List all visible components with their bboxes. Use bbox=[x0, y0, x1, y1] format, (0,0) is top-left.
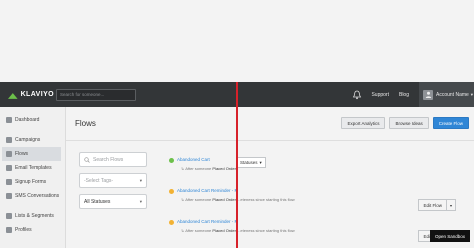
sidebar-item-email-templates[interactable]: Email Templates bbox=[0, 161, 65, 175]
profiles-icon bbox=[6, 227, 12, 233]
red-marker-line bbox=[236, 82, 238, 248]
sidebar-item-label: Dashboard bbox=[15, 117, 40, 123]
logo-text: KLAVIYO bbox=[20, 91, 54, 98]
logo-icon bbox=[8, 92, 18, 99]
sidebar-item-dashboard[interactable]: Dashboard bbox=[0, 113, 65, 127]
chevron-down-icon: ▾ bbox=[139, 198, 142, 204]
status-dot bbox=[169, 158, 174, 163]
dashboard-icon bbox=[6, 117, 12, 123]
flow-trigger-prefix: After someone bbox=[185, 166, 212, 171]
global-search-placeholder: Search for someone... bbox=[60, 92, 105, 97]
lists-icon bbox=[6, 213, 12, 219]
account-menu[interactable]: Account Name ▾ bbox=[419, 82, 474, 107]
sidebar-item-label: SMS Conversations bbox=[15, 193, 60, 199]
flow-list: Abandoned Cart ↳ After someone Placed Or… bbox=[166, 155, 456, 248]
sidebar-item-flows[interactable]: Flows bbox=[2, 147, 61, 161]
edit-flow-group: Edit Flow ▾ bbox=[418, 199, 456, 211]
open-sandbox-button[interactable]: Open Sandbox bbox=[429, 230, 470, 242]
list-item: Abandoned Cart Reminder - M ↳ After some… bbox=[166, 186, 456, 217]
notifications-bell-icon[interactable] bbox=[352, 90, 362, 100]
sidebar-item-label: Email Templates bbox=[15, 165, 52, 171]
chevron-down-icon: ▾ bbox=[470, 91, 474, 97]
sidebar-item-lists-segments[interactable]: Lists & Segments bbox=[0, 209, 65, 223]
search-icon bbox=[84, 156, 90, 163]
status-dot bbox=[169, 220, 174, 225]
flow-name-link[interactable]: Abandoned Cart Reminder - M bbox=[177, 219, 238, 224]
flow-trigger-text: ↳ After someone Placed Order bbox=[181, 166, 236, 171]
flow-filters: Search Flows -Select Tags- ▾ All Statuse… bbox=[79, 152, 147, 215]
topbar-right-group: Support Blog Account Name ▾ bbox=[352, 82, 474, 107]
list-item: Abandoned Cart ↳ After someone Placed Or… bbox=[166, 155, 456, 186]
chevron-down-icon[interactable]: ▾ bbox=[447, 199, 456, 211]
status-select-value: All Statuses bbox=[84, 198, 111, 205]
flow-name-link[interactable]: Abandoned Cart bbox=[177, 157, 210, 162]
page-title: Flows bbox=[75, 119, 96, 128]
sidebar-item-campaigns[interactable]: Campaigns bbox=[0, 133, 65, 147]
blog-link[interactable]: Blog bbox=[399, 92, 409, 98]
status-dot bbox=[169, 189, 174, 194]
sidebar-item-label: Profiles bbox=[15, 227, 32, 233]
chevron-down-icon: ▾ bbox=[259, 159, 262, 165]
campaigns-icon bbox=[6, 137, 12, 143]
header-actions: Export Analytics Browse Ideas Create Flo… bbox=[337, 117, 469, 129]
user-avatar-icon bbox=[425, 91, 431, 98]
status-dropdown-label: Statuses bbox=[240, 160, 258, 165]
status-dropdown[interactable]: Statuses ▾ bbox=[236, 157, 266, 168]
sms-icon bbox=[6, 193, 12, 199]
main-content: Flows Export Analytics Browse Ideas Crea… bbox=[66, 107, 474, 248]
sidebar-item-label: Campaigns bbox=[15, 137, 41, 143]
flow-trigger-metric: Placed Order bbox=[212, 166, 236, 171]
search-flows-placeholder: Search Flows bbox=[93, 156, 124, 163]
flow-trigger-prefix: After someone bbox=[185, 197, 212, 202]
tags-select-placeholder: -Select Tags- bbox=[84, 177, 114, 184]
sidebar-item-sms-conversations[interactable]: SMS Conversations bbox=[0, 189, 65, 203]
sidebar-item-profiles[interactable]: Profiles bbox=[0, 223, 65, 237]
global-search-input[interactable]: Search for someone... bbox=[56, 88, 136, 101]
flow-trigger-suffix: ...eteness since starting this flow bbox=[237, 197, 295, 202]
edit-flow-button[interactable]: Edit Flow bbox=[418, 199, 447, 211]
create-flow-button[interactable]: Create Flow bbox=[432, 117, 469, 129]
flows-icon bbox=[6, 151, 12, 157]
flow-trigger-suffix: ...eteness since starting this flow bbox=[237, 228, 295, 233]
flow-name-link[interactable]: Abandoned Cart Reminder - M bbox=[177, 188, 238, 193]
avatar bbox=[423, 89, 433, 100]
export-analytics-button[interactable]: Export Analytics bbox=[341, 117, 386, 129]
flow-trigger-metric: Placed Order bbox=[212, 197, 236, 202]
account-name: Account Name bbox=[436, 91, 469, 98]
sidebar-item-label: Flows bbox=[15, 151, 29, 157]
flow-trigger-prefix: After someone bbox=[185, 228, 212, 233]
sidebar-item-label: Signup Forms bbox=[15, 179, 47, 185]
sidebar-item-label: Lists & Segments bbox=[15, 213, 54, 219]
sidebar-item-signup-forms[interactable]: Signup Forms bbox=[0, 175, 65, 189]
page-header: Flows Export Analytics Browse Ideas Crea… bbox=[66, 107, 474, 141]
search-flows-input[interactable]: Search Flows bbox=[79, 152, 147, 167]
klaviyo-logo[interactable]: KLAVIYO bbox=[8, 91, 54, 99]
browse-ideas-button[interactable]: Browse Ideas bbox=[389, 117, 429, 129]
list-item: Abandoned Cart Reminder - M ↳ After some… bbox=[166, 217, 456, 248]
templates-icon bbox=[6, 165, 12, 171]
status-select[interactable]: All Statuses ▾ bbox=[79, 194, 147, 209]
forms-icon bbox=[6, 179, 12, 185]
flow-trigger-metric: Placed Order bbox=[212, 228, 236, 233]
support-link[interactable]: Support bbox=[371, 92, 389, 98]
chevron-down-icon: ▾ bbox=[139, 177, 142, 183]
sidebar: Dashboard Campaigns Flows Email Template… bbox=[0, 107, 66, 248]
tags-select[interactable]: -Select Tags- ▾ bbox=[79, 173, 147, 188]
